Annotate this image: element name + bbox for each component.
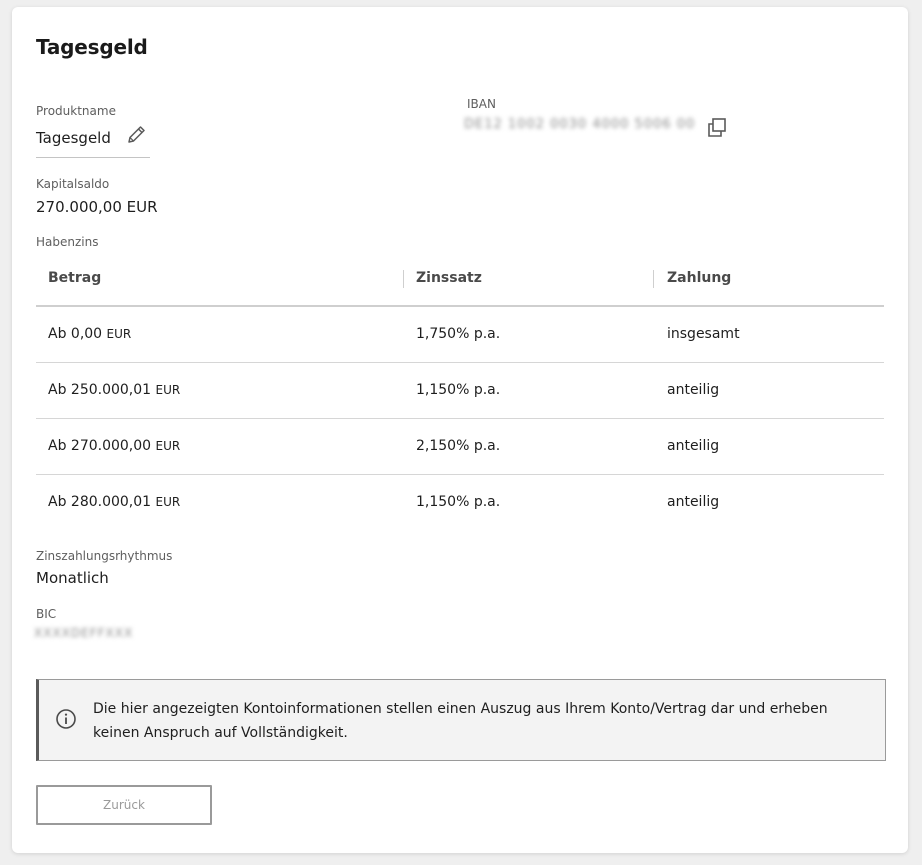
amount-currency: EUR [155,439,181,453]
capital-value: 270.000,00 EUR [36,198,158,216]
account-detail-card: Tagesgeld Produktname Tagesgeld IBAN DE1… [12,7,908,853]
cell-rate: 1,150% p.a. [416,494,501,510]
cell-amount: Ab 280.000,01 EUR [48,494,180,510]
column-header-amount: Betrag [48,270,102,286]
rhythm-label: Zinszahlungsrhythmus [36,549,173,563]
copy-icon [708,118,726,137]
page-title: Tagesgeld [36,35,148,59]
amount-value: Ab 250.000,01 [48,382,152,398]
cell-amount: Ab 270.000,00 EUR [48,438,180,454]
column-header-payment: Zahlung [667,270,732,286]
interest-label: Habenzins [36,235,99,249]
copy-iban-button[interactable] [705,116,729,140]
cell-amount: Ab 250.000,01 EUR [48,382,180,398]
cell-payment: anteilig [667,438,720,454]
cell-rate: 1,150% p.a. [416,382,501,398]
cell-payment: anteilig [667,494,720,510]
cell-payment: anteilig [667,382,720,398]
product-name-label: Produktname [36,104,116,118]
info-notice-text: Die hier angezeigten Kontoinformationen … [93,701,828,741]
amount-value: Ab 0,00 [48,326,103,342]
table-row: Ab 280.000,01 EUR 1,150% p.a. anteilig [36,475,884,530]
iban-value: DE12 1002 0030 4000 5006 00 [464,117,696,132]
bic-label: BIC [36,607,57,621]
back-button[interactable]: Zurück [36,785,212,825]
cell-amount: Ab 0,00 EUR [48,326,131,342]
amount-value: Ab 270.000,00 [48,438,152,454]
edit-product-name-button[interactable] [126,123,148,145]
amount-value: Ab 280.000,01 [48,494,152,510]
product-name-value: Tagesgeld [36,129,111,147]
capital-label: Kapitalsaldo [36,177,110,191]
table-row: Ab 250.000,01 EUR 1,150% p.a. anteilig [36,363,884,419]
interest-table-header: Betrag Zinssatz Zahlung [36,259,884,307]
cell-rate: 2,150% p.a. [416,438,501,454]
column-separator [653,270,654,288]
product-name-underline [36,157,150,158]
amount-currency: EUR [155,495,181,509]
column-separator [403,270,404,288]
bic-value: XXXXDEFFXXX [34,626,134,640]
column-header-rate: Zinssatz [416,270,482,286]
info-notice: Die hier angezeigten Kontoinformationen … [36,679,886,761]
amount-currency: EUR [106,327,132,341]
amount-currency: EUR [155,383,181,397]
cell-rate: 1,750% p.a. [416,326,501,342]
pencil-icon [128,126,145,143]
cell-payment: insgesamt [667,326,740,342]
info-icon [56,709,76,729]
table-row: Ab 0,00 EUR 1,750% p.a. insgesamt [36,307,884,363]
iban-label: IBAN [467,97,496,111]
table-row: Ab 270.000,00 EUR 2,150% p.a. anteilig [36,419,884,475]
rhythm-value: Monatlich [36,569,109,587]
